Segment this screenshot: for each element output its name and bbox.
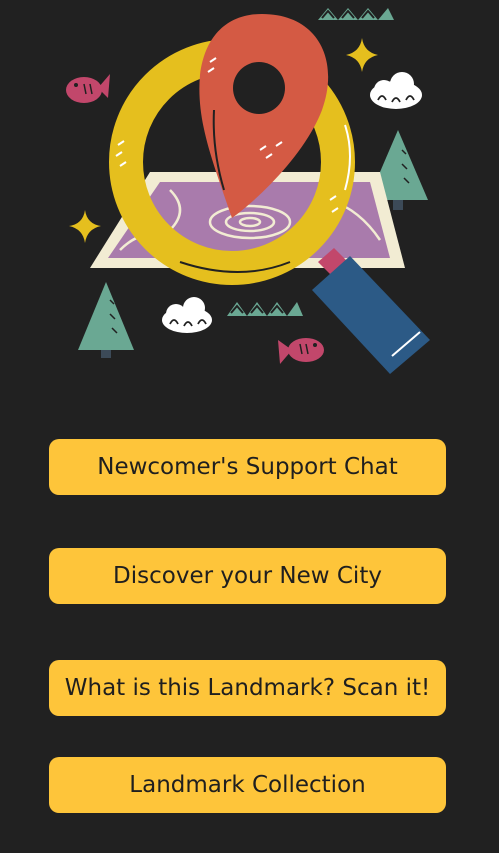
fish-icon (278, 338, 324, 364)
hero-illustration (0, 0, 499, 400)
support-chat-button[interactable]: Newcomer's Support Chat (49, 439, 446, 495)
scan-landmark-button[interactable]: What is this Landmark? Scan it! (49, 660, 446, 716)
location-pin-magnifier-map-icon (66, 8, 430, 374)
sparkle-icon (69, 210, 101, 243)
sparkle-icon (346, 38, 378, 72)
cloud-icon (162, 297, 212, 333)
fish-icon (66, 74, 110, 103)
cloud-icon (370, 72, 422, 109)
landmark-collection-button[interactable]: Landmark Collection (49, 757, 446, 813)
zigzag-decoration-top (318, 8, 394, 20)
tree-icon (78, 282, 134, 358)
zigzag-decoration (227, 302, 303, 316)
discover-city-button[interactable]: Discover your New City (49, 548, 446, 604)
